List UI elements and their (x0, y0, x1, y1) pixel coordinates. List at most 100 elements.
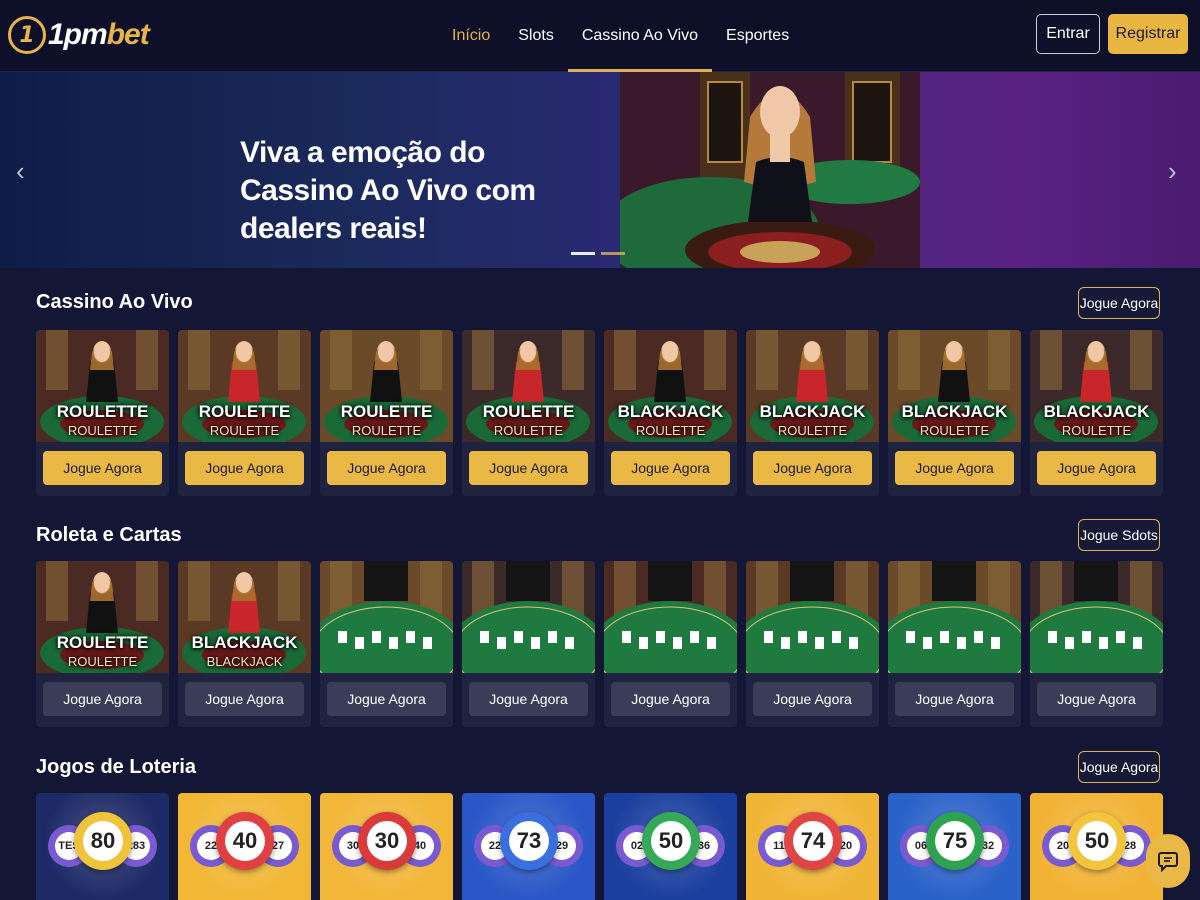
hero-dealer-image (620, 72, 920, 268)
game-title: ROULETTE (198, 402, 291, 421)
lottery-tile[interactable]: 22 27 40 (178, 793, 311, 900)
game-card[interactable]: ROULETTE ROULETTE Jogue Agora (36, 561, 169, 727)
game-title: BLACKJACK (617, 402, 724, 421)
game-thumbnail[interactable]: ROULETTE ROULETTE (36, 561, 169, 673)
logo-mark-icon: 1 (8, 16, 46, 54)
game-card[interactable]: ROULETTE ROULETTE Jogue Agora (178, 330, 311, 496)
game-thumbnail[interactable] (462, 561, 595, 673)
top-header: 1 1pmbet Início Slots Cassino Ao Vivo Es… (0, 0, 1200, 72)
game-thumbnail[interactable] (320, 561, 453, 673)
play-now-button[interactable]: Jogue Agora (895, 682, 1014, 716)
game-thumbnail[interactable]: BLACKJACK ROULETTE (604, 330, 737, 442)
chat-bubble-icon[interactable] (1146, 834, 1190, 888)
lottery-ball-main: 30 (358, 812, 416, 870)
game-card[interactable]: Jogue Agora (1030, 561, 1163, 727)
game-card[interactable]: Jogue Agora (888, 561, 1021, 727)
game-title: BLACKJACK (191, 633, 298, 652)
play-now-button[interactable]: Jogue Agora (469, 451, 588, 485)
game-title: BLACKJACK (759, 402, 866, 421)
game-thumbnail[interactable] (1030, 561, 1163, 673)
game-card[interactable]: Jogue Agora (462, 561, 595, 727)
lottery-tile[interactable]: 20 28 50 (1030, 793, 1163, 900)
register-button[interactable]: Registrar (1108, 14, 1188, 54)
play-now-button[interactable]: Jogue Agora (753, 451, 872, 485)
hero-banner[interactable]: Viva a emoção do Cassino Ao Vivo com dea… (0, 72, 1200, 268)
logo-text-suffix: bet (106, 18, 150, 51)
nav-item-cassino-ao-vivo[interactable]: Cassino Ao Vivo (567, 0, 713, 72)
game-card[interactable]: ROULETTE ROULETTE Jogue Agora (462, 330, 595, 496)
game-card[interactable]: Jogue Agora (320, 561, 453, 727)
play-now-button[interactable]: Jogue Agora (43, 682, 162, 716)
game-card[interactable]: ROULETTE ROULETTE Jogue Agora (36, 330, 169, 496)
game-thumbnail[interactable] (746, 561, 879, 673)
hero-dot[interactable] (601, 252, 625, 255)
play-now-button[interactable]: Jogue Agora (327, 682, 446, 716)
chat-glyph-icon (1158, 852, 1178, 872)
game-subtitle: ROULETTE (67, 423, 138, 438)
lottery-tile[interactable]: 11 20 74 (746, 793, 879, 900)
lottery-ball-main-number: 40 (225, 821, 265, 861)
play-now-button[interactable]: Jogue Agora (1037, 682, 1156, 716)
roulette-cards-play-button[interactable]: Jogue Sdots (1078, 519, 1160, 551)
lottery-tile[interactable]: 02 36 50 (604, 793, 737, 900)
game-thumbnail[interactable]: BLACKJACK BLACKJACK (178, 561, 311, 673)
game-card[interactable]: ROULETTE ROULETTE Jogue Agora (320, 330, 453, 496)
lottery-ball-main: 50 (1068, 812, 1126, 870)
game-thumbnail[interactable]: ROULETTE ROULETTE (36, 330, 169, 442)
section-title-live-casino: Cassino Ao Vivo (36, 291, 193, 313)
game-subtitle: ROULETTE (635, 423, 706, 438)
game-thumbnail[interactable]: BLACKJACK ROULETTE (888, 330, 1021, 442)
login-button[interactable]: Entrar (1036, 14, 1100, 54)
nav-item-inicio[interactable]: Início (438, 0, 504, 72)
game-card[interactable]: BLACKJACK ROULETTE Jogue Agora (604, 330, 737, 496)
game-card[interactable]: BLACKJACK ROULETTE Jogue Agora (746, 330, 879, 496)
game-thumbnail[interactable]: ROULETTE ROULETTE (320, 330, 453, 442)
play-now-button[interactable]: Jogue Agora (753, 682, 872, 716)
game-card[interactable]: Jogue Agora (604, 561, 737, 727)
nav-item-slots[interactable]: Slots (504, 0, 568, 72)
lottery-tile[interactable]: 30 40 30 (320, 793, 453, 900)
play-now-button[interactable]: Jogue Agora (1037, 451, 1156, 485)
game-subtitle: ROULETTE (67, 654, 138, 669)
game-title: BLACKJACK (1043, 402, 1150, 421)
play-now-button[interactable]: Jogue Agora (895, 451, 1014, 485)
hero-next-arrow-icon[interactable]: › (1168, 156, 1177, 187)
play-now-button[interactable]: Jogue Agora (185, 451, 304, 485)
game-card[interactable]: BLACKJACK ROULETTE Jogue Agora (888, 330, 1021, 496)
hero-dot-active[interactable] (571, 252, 595, 255)
lottery-tile[interactable]: 06 32 75 (888, 793, 1021, 900)
play-now-button[interactable]: Jogue Agora (327, 451, 446, 485)
play-now-button[interactable]: Jogue Agora (43, 451, 162, 485)
roulette-cards-row: ROULETTE ROULETTE Jogue Agora BLACKJACK BLAC… (36, 561, 1163, 727)
game-card[interactable]: BLACKJACK BLACKJACK Jogue Agora (178, 561, 311, 727)
game-thumbnail[interactable]: BLACKJACK ROULETTE (1030, 330, 1163, 442)
game-subtitle: ROULETTE (1061, 423, 1132, 438)
game-subtitle: ROULETTE (777, 423, 848, 438)
lottery-ball-main: 73 (500, 812, 558, 870)
game-thumbnail[interactable]: ROULETTE ROULETTE (462, 330, 595, 442)
play-now-button[interactable]: Jogue Agora (611, 451, 730, 485)
lottery-tile[interactable]: TES 283 80 (36, 793, 169, 900)
nav-item-esportes[interactable]: Esportes (712, 0, 803, 72)
lottery-ball-main: 80 (74, 812, 132, 870)
game-title: ROULETTE (56, 402, 149, 421)
lottery-tile[interactable]: 22 29 73 (462, 793, 595, 900)
brand-logo[interactable]: 1 1pmbet (8, 12, 150, 58)
game-thumbnail[interactable] (604, 561, 737, 673)
game-thumbnail[interactable]: ROULETTE ROULETTE (178, 330, 311, 442)
game-thumbnail[interactable] (888, 561, 1021, 673)
play-now-button[interactable]: Jogue Agora (185, 682, 304, 716)
game-subtitle: ROULETTE (209, 423, 280, 438)
hero-prev-arrow-icon[interactable]: ‹ (16, 156, 25, 187)
game-card[interactable]: Jogue Agora (746, 561, 879, 727)
logo-text-prefix: 1pm (48, 18, 108, 51)
lottery-play-button[interactable]: Jogue Agora (1078, 751, 1160, 783)
game-title: ROULETTE (340, 402, 433, 421)
live-casino-play-button[interactable]: Jogue Agora (1078, 287, 1160, 319)
game-thumbnail[interactable]: BLACKJACK ROULETTE (746, 330, 879, 442)
lottery-ball-main: 40 (216, 812, 274, 870)
lottery-row: TES 283 80 22 27 40 30 40 30 22 29 73 02 36 50 11 20 74 06… (36, 793, 1163, 900)
play-now-button[interactable]: Jogue Agora (611, 682, 730, 716)
game-card[interactable]: BLACKJACK ROULETTE Jogue Agora (1030, 330, 1163, 496)
play-now-button[interactable]: Jogue Agora (469, 682, 588, 716)
